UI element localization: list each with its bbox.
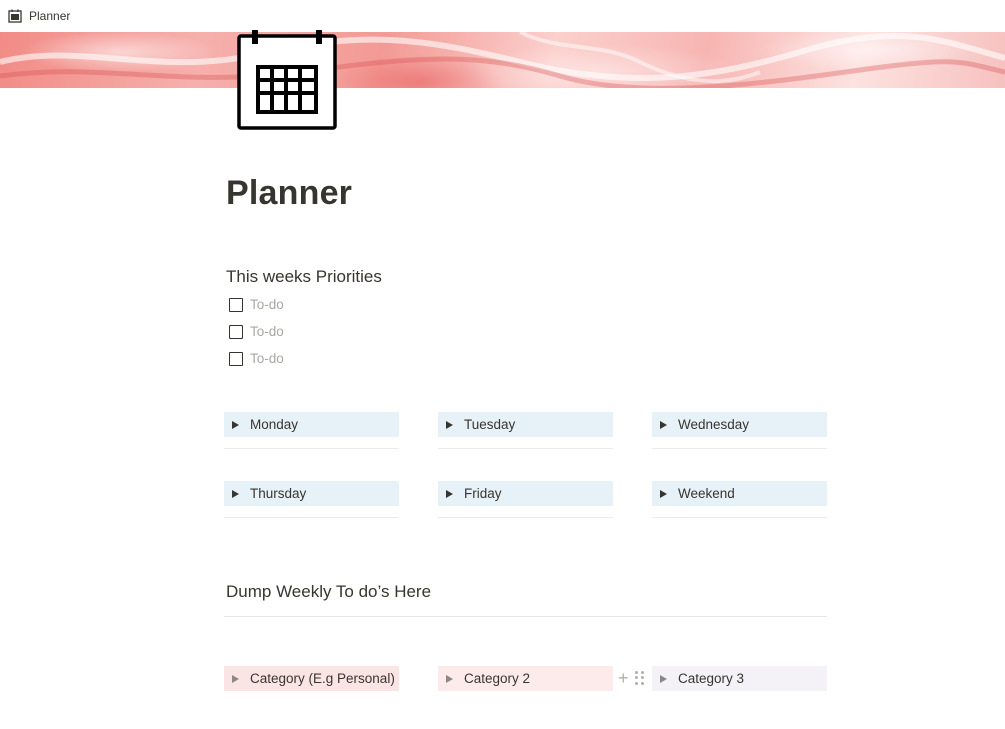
block-hover-tools: + <box>618 669 645 687</box>
toggle-arrow-icon[interactable] <box>446 489 453 498</box>
toggle-arrow-icon[interactable] <box>446 420 453 429</box>
todo-placeholder[interactable]: To-do <box>250 324 284 339</box>
toggle-arrow-icon[interactable] <box>660 489 667 498</box>
todo-checkbox[interactable] <box>229 324 243 339</box>
priorities-heading[interactable]: This weeks Priorities <box>226 267 382 287</box>
toggle-category-personal[interactable]: Category (E.g Personal) <box>224 666 399 691</box>
toggle-category-3[interactable]: Category 3 <box>652 666 827 691</box>
drag-handle-icon[interactable] <box>634 671 645 685</box>
toggle-label: Tuesday <box>464 417 516 432</box>
toggle-arrow-icon[interactable] <box>232 674 239 683</box>
toggle-arrow-icon[interactable] <box>446 674 453 683</box>
todo-checkbox[interactable] <box>229 351 243 366</box>
calendar-icon <box>8 9 22 23</box>
toggle-label: Weekend <box>678 486 735 501</box>
toggle-arrow-icon[interactable] <box>660 674 667 683</box>
toggle-label: Category 3 <box>678 671 745 686</box>
calendar-icon[interactable] <box>236 30 338 130</box>
toggle-label: Wednesday <box>678 417 750 432</box>
toggle-category-2[interactable]: Category 2 <box>438 666 613 691</box>
dump-heading[interactable]: Dump Weekly To do’s Here <box>226 582 431 602</box>
topbar: Planner <box>0 0 1005 32</box>
toggle-label: Thursday <box>250 486 307 501</box>
toggle-arrow-icon[interactable] <box>232 420 239 429</box>
page-title[interactable]: Planner <box>226 174 352 213</box>
toggle-arrow-icon[interactable] <box>660 420 667 429</box>
toggle-arrow-icon[interactable] <box>232 489 239 498</box>
toggle-thursday[interactable]: Thursday <box>224 481 399 506</box>
divider <box>224 616 827 617</box>
toggle-label: Category (E.g Personal) <box>250 671 395 686</box>
divider <box>652 517 827 518</box>
breadcrumb[interactable]: Planner <box>29 9 70 23</box>
add-block-button[interactable]: + <box>618 669 629 687</box>
toggle-label: Category 2 <box>464 671 531 686</box>
toggle-tuesday[interactable]: Tuesday <box>438 412 613 437</box>
todo-item[interactable]: To-do <box>229 324 284 339</box>
todo-placeholder[interactable]: To-do <box>250 351 284 366</box>
toggle-label: Monday <box>250 417 299 432</box>
toggle-monday[interactable]: Monday <box>224 412 399 437</box>
divider <box>652 448 827 449</box>
divider <box>438 448 613 449</box>
divider <box>438 517 613 518</box>
toggle-friday[interactable]: Friday <box>438 481 613 506</box>
todo-item[interactable]: To-do <box>229 297 284 312</box>
todo-item[interactable]: To-do <box>229 351 284 366</box>
divider <box>224 517 399 518</box>
toggle-label: Friday <box>464 486 502 501</box>
toggle-wednesday[interactable]: Wednesday <box>652 412 827 437</box>
toggle-weekend[interactable]: Weekend <box>652 481 827 506</box>
divider <box>224 448 399 449</box>
cover-image[interactable] <box>0 32 1005 88</box>
todo-placeholder[interactable]: To-do <box>250 297 284 312</box>
todo-checkbox[interactable] <box>229 297 243 312</box>
